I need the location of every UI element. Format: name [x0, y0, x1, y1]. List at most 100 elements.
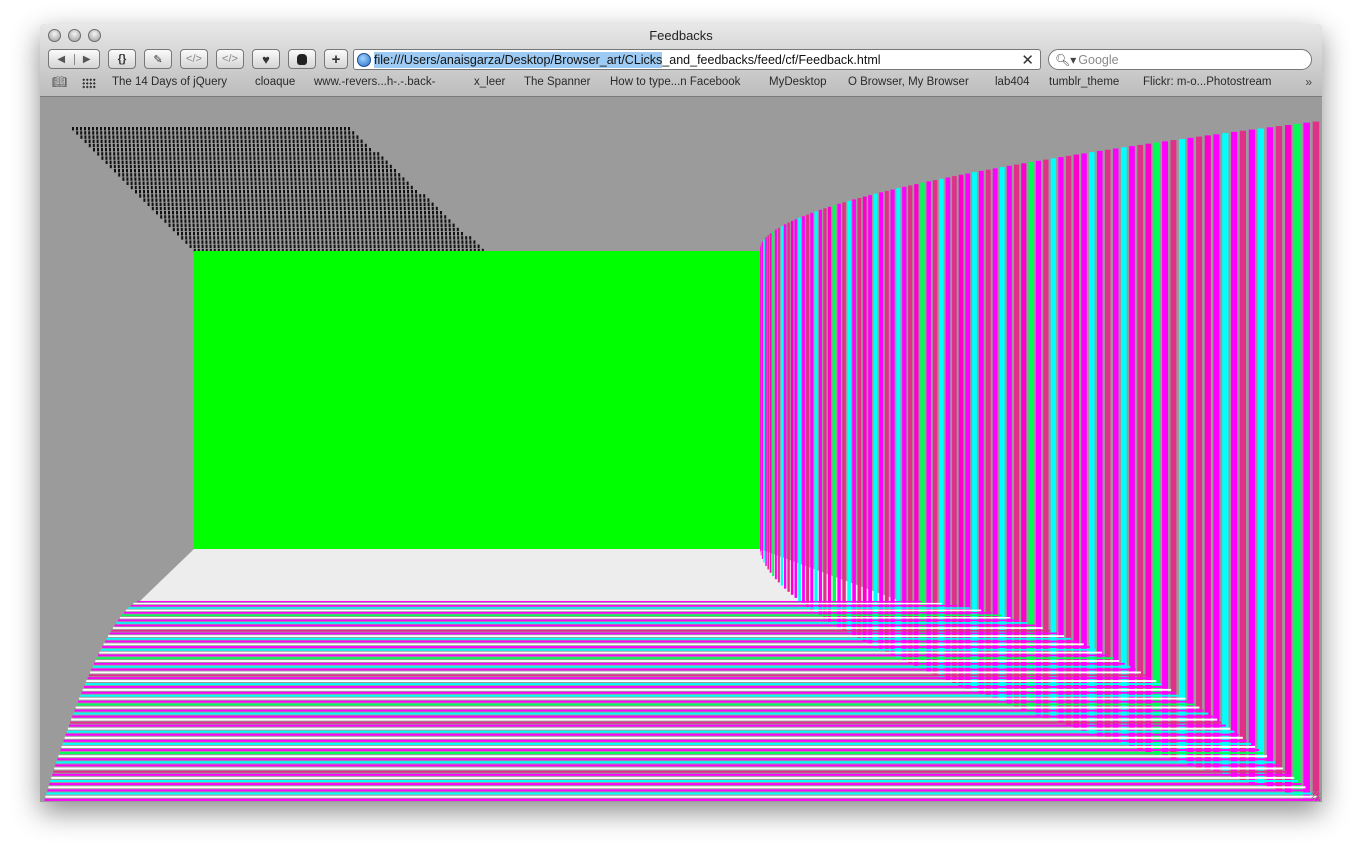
ceiling-glyph — [349, 148, 351, 152]
ceiling-glyph — [420, 211, 422, 215]
ceiling-glyph — [280, 131, 283, 135]
search-field[interactable]: 🔍︎▾ Google — [1048, 49, 1312, 70]
bookmark-item[interactable]: lab404 — [995, 76, 1030, 88]
forward-arrow-icon[interactable]: ▶ — [73, 53, 100, 65]
chevron-more-icon[interactable]: » — [1305, 75, 1312, 89]
ceiling-glyph — [375, 206, 378, 211]
ceiling-glyph — [452, 223, 455, 227]
ceiling-glyph — [141, 152, 144, 156]
ceiling-glyph — [388, 215, 391, 219]
ceiling-glyph — [204, 139, 207, 143]
wall-stripe — [1137, 144, 1144, 750]
ceiling-glyph — [328, 215, 331, 219]
clear-url-icon[interactable]: ✕ — [1021, 51, 1034, 69]
source-button[interactable]: </> — [180, 49, 208, 69]
ceiling-glyph — [333, 160, 336, 164]
ceiling-glyph — [291, 194, 294, 198]
ceiling-glyph — [220, 127, 222, 131]
ceiling-glyph — [120, 143, 123, 148]
ceiling-glyph — [393, 236, 396, 240]
ceiling-glyph — [221, 152, 224, 156]
back-forward-buttons[interactable]: ◀ ▶ — [48, 49, 100, 69]
ceiling-glyph — [169, 164, 172, 169]
ceiling-glyph — [437, 244, 440, 248]
ceiling-glyph — [192, 131, 195, 135]
ceiling-glyph — [299, 206, 302, 211]
ceiling-glyph — [266, 173, 269, 177]
ceiling-glyph — [319, 190, 321, 194]
ceiling-glyph — [155, 202, 158, 206]
ceiling-glyph — [156, 143, 159, 148]
wall-stripe — [1104, 149, 1111, 739]
ceiling-glyph — [221, 244, 224, 248]
ceiling-glyph — [354, 181, 357, 185]
resize-handle[interactable] — [1311, 791, 1321, 801]
pen-button[interactable]: ✎ — [144, 49, 172, 69]
floor-stripe — [98, 654, 1108, 657]
ceiling-glyph — [292, 211, 294, 215]
ceiling-glyph — [301, 160, 304, 164]
ceiling-glyph — [249, 240, 252, 244]
favorite-button[interactable]: ♥ — [252, 49, 280, 69]
ceiling-glyph — [346, 173, 349, 177]
ceiling-glyph — [195, 190, 197, 194]
floor-stripe — [45, 795, 1317, 798]
ceiling-glyph — [151, 206, 154, 211]
bookmark-item[interactable]: cloaque — [255, 76, 295, 88]
ceiling-glyph — [231, 202, 234, 206]
wall-stripe — [842, 202, 846, 631]
ceiling-glyph — [301, 240, 304, 244]
ceiling-glyph — [269, 244, 272, 248]
open-book-icon[interactable]: 📖︎ — [52, 75, 67, 89]
ceiling-glyph — [383, 194, 386, 198]
ceiling-glyph — [283, 198, 286, 202]
ceiling-glyph — [113, 160, 116, 164]
ceiling-glyph — [185, 232, 187, 236]
ceiling-glyph — [369, 244, 372, 248]
bookmark-item[interactable]: MyDesktop — [769, 76, 827, 88]
bookmark-item[interactable]: x_leer — [474, 76, 505, 88]
ceiling-glyph — [155, 190, 157, 194]
ceiling-glyph — [232, 143, 235, 148]
ceiling-glyph — [374, 169, 376, 173]
ceiling-glyph — [395, 206, 398, 211]
add-bookmark-button[interactable]: + — [324, 49, 348, 69]
ceiling-glyph — [268, 219, 271, 223]
ceiling-glyph — [321, 236, 324, 240]
floor-stripe — [71, 718, 1218, 721]
ceiling-glyph — [136, 143, 139, 148]
ceiling-glyph — [228, 143, 231, 148]
bookmark-item[interactable]: www.-revers...h-.-.back- — [314, 76, 435, 88]
ceiling-glyph — [231, 190, 233, 194]
ceiling-glyph — [293, 236, 296, 240]
ceiling-glyph — [189, 148, 191, 152]
bookmark-item[interactable]: Flickr: m-o...Photostream — [1143, 76, 1271, 88]
ceiling-glyph — [150, 185, 153, 190]
back-arrow-icon[interactable]: ◀ — [49, 54, 74, 65]
ceiling-glyph — [360, 223, 363, 227]
ceiling-glyph — [359, 206, 362, 211]
ceiling-glyph — [284, 135, 287, 139]
ceiling-glyph — [379, 198, 382, 202]
ceiling-glyph — [346, 169, 348, 173]
ceiling-glyph — [137, 148, 139, 152]
ceiling-glyph — [398, 173, 401, 177]
ceiling-glyph — [335, 190, 337, 194]
ceiling-glyph — [217, 152, 220, 156]
ceiling-glyph — [294, 177, 297, 181]
ceiling-glyph — [299, 198, 302, 202]
hand-button[interactable] — [288, 49, 316, 69]
bookmark-item[interactable]: O Browser, My Browser — [848, 76, 969, 88]
bookmark-item[interactable]: The Spanner — [524, 76, 591, 88]
ceiling-glyph — [376, 219, 379, 223]
bookmark-item[interactable]: How to type...n Facebook — [610, 76, 740, 88]
snippet-button[interactable]: </> — [216, 49, 244, 69]
braces-button[interactable]: {} — [108, 49, 136, 69]
address-bar[interactable]: file:///Users/anaisgarza/Desktop/Browser… — [353, 49, 1041, 70]
ceiling-glyph — [397, 244, 400, 248]
top-sites-grid-icon[interactable] — [82, 78, 96, 89]
ceiling-glyph — [146, 181, 149, 185]
bookmark-item[interactable]: The 14 Days of jQuery — [112, 76, 227, 88]
ceiling-glyph — [285, 160, 288, 164]
bookmark-item[interactable]: tumblr_theme — [1049, 76, 1119, 88]
